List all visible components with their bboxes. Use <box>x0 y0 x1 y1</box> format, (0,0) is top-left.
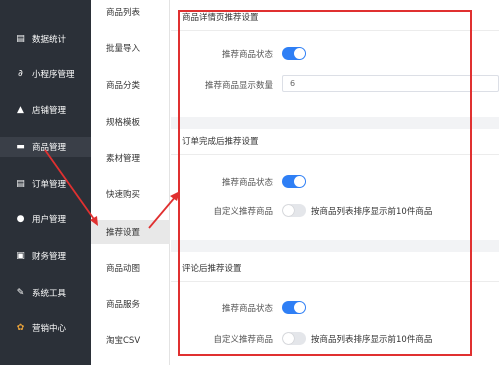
toggle-knob <box>294 176 305 187</box>
order-section-title: 订单完成后推荐设置 <box>182 137 259 147</box>
submenu-item-goods-list[interactable]: 商品列表 <box>91 0 170 24</box>
chart-icon: ▤ <box>16 34 25 44</box>
sidebar-item-label: 财务管理 <box>32 252 67 262</box>
toggle-knob <box>283 333 294 344</box>
sidebar-item-orders[interactable]: ▤ 订单管理 <box>0 174 91 194</box>
detail-status-toggle[interactable] <box>282 47 306 60</box>
submenu-item-materials[interactable]: 素材管理 <box>91 146 170 170</box>
review-custom-label: 自定义推荐商品 <box>213 335 273 345</box>
submenu-item-batch-import[interactable]: 批量导入 <box>91 36 170 60</box>
sidebar-item-label: 数据统计 <box>32 35 67 45</box>
detail-count-label: 推荐商品显示数量 <box>204 81 273 91</box>
section-gap <box>171 117 499 129</box>
review-status-toggle[interactable] <box>282 301 306 314</box>
submenu-item-category[interactable]: 商品分类 <box>91 73 170 97</box>
order-status-label: 推荐商品状态 <box>221 178 273 188</box>
sidebar-item-label: 系统工具 <box>32 289 67 299</box>
order-status-toggle[interactable] <box>282 175 306 188</box>
recommend-settings-panel: 商品详情页推荐设置 推荐商品状态 推荐商品显示数量 6 订单完成后推荐设置 推荐… <box>171 0 499 365</box>
order-custom-label: 自定义推荐商品 <box>213 207 273 217</box>
sidebar-item-miniprogram[interactable]: ∂ 小程序管理 <box>0 64 91 84</box>
detail-section-title: 商品详情页推荐设置 <box>182 13 259 23</box>
sidebar-item-tools[interactable]: ✎ 系统工具 <box>0 283 91 303</box>
main-sidebar: ▤ 数据统计 ∂ 小程序管理 ▲ 店铺管理 ▬ 商品管理 ▤ 订单管理 ● 用户… <box>0 0 91 365</box>
review-status-label: 推荐商品状态 <box>221 304 273 314</box>
sidebar-item-finance[interactable]: ▣ 财务管理 <box>0 246 91 266</box>
sidebar-item-marketing[interactable]: ✿ 营销中心 <box>0 318 91 338</box>
order-custom-text: 按商品列表排序显示前10件商品 <box>311 207 433 217</box>
sidebar-item-label: 营销中心 <box>32 324 67 334</box>
goods-submenu: 商品列表 批量导入 商品分类 规格模板 素材管理 快速购买 推荐设置 商品动图 … <box>91 0 170 365</box>
marketing-icon: ✿ <box>16 323 25 333</box>
section-gap <box>171 240 499 252</box>
section-divider <box>171 154 499 155</box>
sidebar-item-label: 订单管理 <box>32 180 67 190</box>
section-divider <box>171 30 499 31</box>
sidebar-item-label: 用户管理 <box>32 215 67 225</box>
toggle-knob <box>283 205 294 216</box>
toggle-knob <box>294 48 305 59</box>
sidebar-item-goods[interactable]: ▬ 商品管理 <box>0 137 91 157</box>
submenu-item-spec-template[interactable]: 规格模板 <box>91 110 170 134</box>
sidebar-item-statistics[interactable]: ▤ 数据统计 <box>0 29 91 49</box>
link-icon: ∂ <box>18 69 23 79</box>
sidebar-item-users[interactable]: ● 用户管理 <box>0 209 91 229</box>
section-divider <box>171 281 499 282</box>
user-icon: ● <box>16 214 25 224</box>
submenu-item-taobao-csv[interactable]: 淘宝CSV <box>91 328 170 352</box>
review-custom-text: 按商品列表排序显示前10件商品 <box>311 335 433 345</box>
sidebar-item-store[interactable]: ▲ 店铺管理 <box>0 100 91 120</box>
tools-icon: ✎ <box>16 288 25 298</box>
submenu-item-quick-buy[interactable]: 快速购买 <box>91 182 170 206</box>
goods-icon: ▬ <box>16 142 25 152</box>
submenu-item-recommend-settings[interactable]: 推荐设置 <box>91 220 170 244</box>
sidebar-item-label: 店铺管理 <box>32 106 67 116</box>
sidebar-item-label: 商品管理 <box>32 143 67 153</box>
toggle-knob <box>294 302 305 313</box>
order-custom-toggle[interactable] <box>282 204 306 217</box>
submenu-item-goods-service[interactable]: 商品服务 <box>91 292 170 316</box>
sidebar-item-label: 小程序管理 <box>32 70 75 80</box>
detail-count-input[interactable]: 6 <box>282 75 499 92</box>
review-custom-toggle[interactable] <box>282 332 306 345</box>
submenu-item-goods-gif[interactable]: 商品动图 <box>91 256 170 280</box>
store-icon: ▲ <box>17 105 24 115</box>
detail-status-label: 推荐商品状态 <box>221 50 273 60</box>
order-icon: ▤ <box>16 179 25 189</box>
finance-icon: ▣ <box>16 251 25 261</box>
review-section-title: 评论后推荐设置 <box>182 264 242 274</box>
